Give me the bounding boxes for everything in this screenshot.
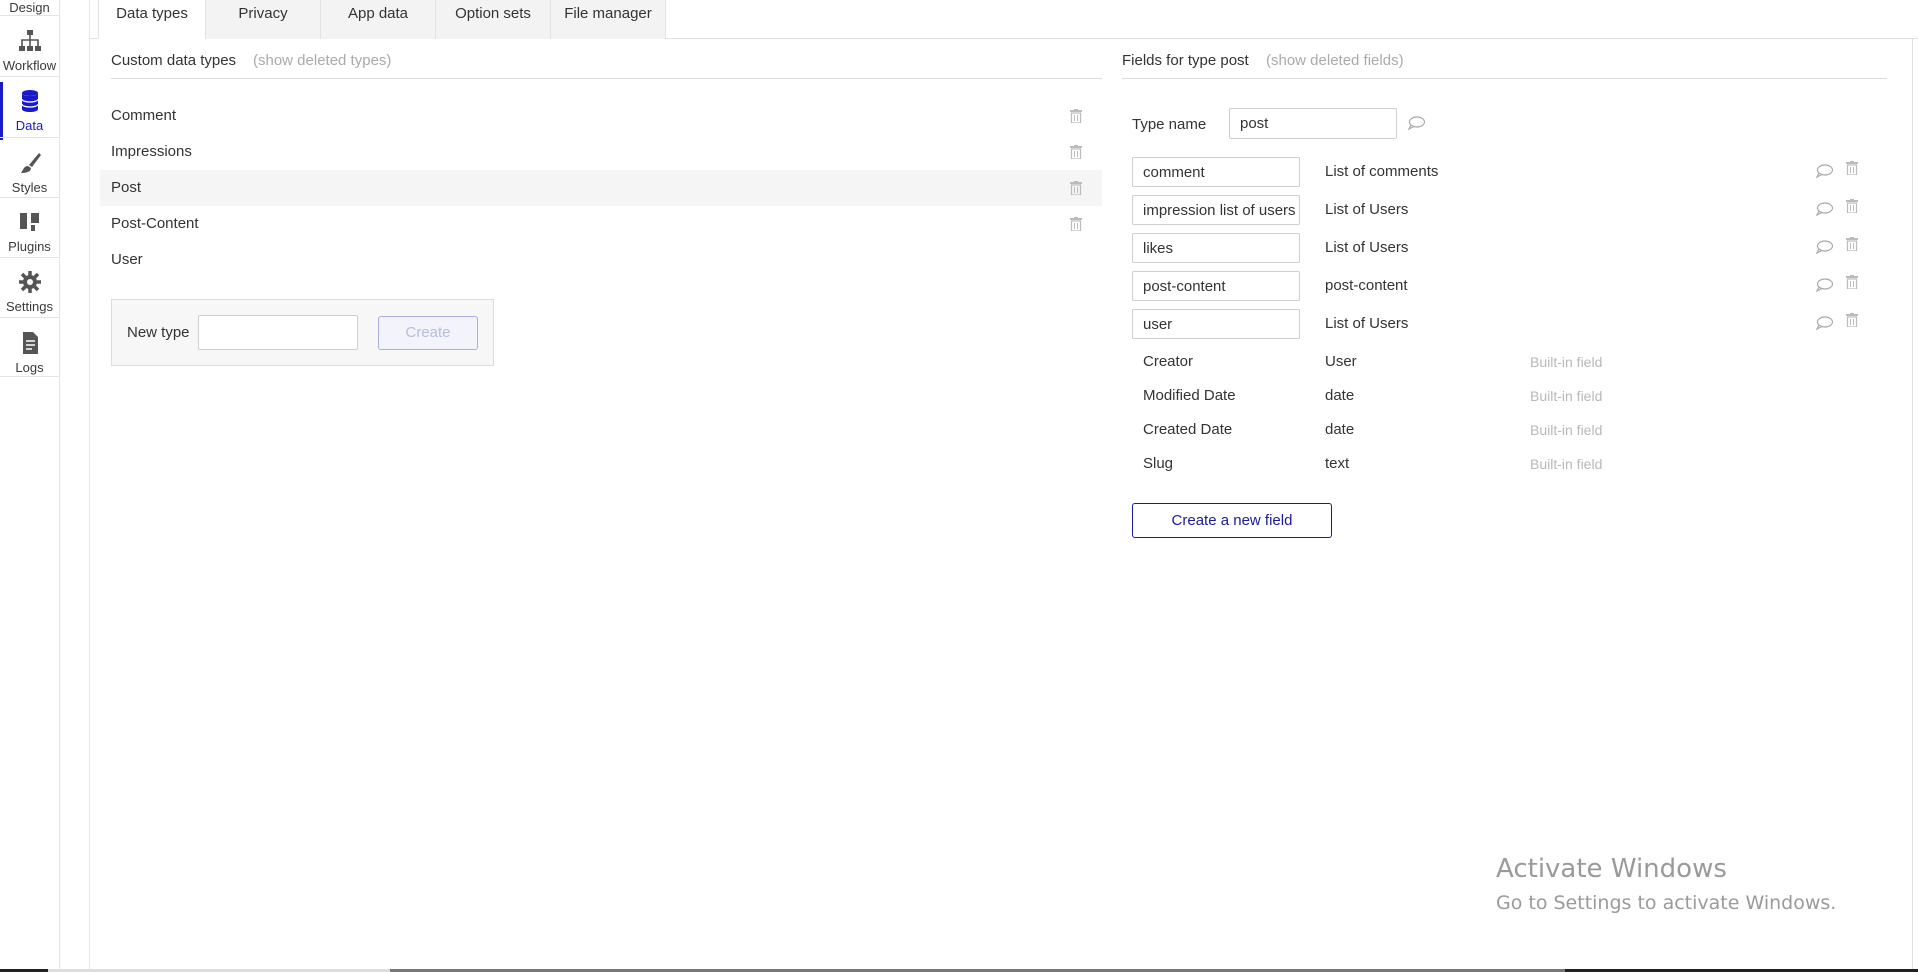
nav-item-logs[interactable]: Logs [0, 330, 59, 375]
tab-option-sets[interactable]: Option sets [435, 0, 551, 39]
editor-gutter [60, 0, 90, 972]
brush-icon [20, 153, 41, 173]
builtin-field-type: text [1325, 455, 1350, 472]
type-name-input[interactable] [1229, 108, 1397, 139]
nav-divider [0, 317, 59, 318]
trash-icon[interactable] [1846, 199, 1858, 213]
nav-divider [0, 137, 59, 138]
nav-divider [0, 197, 59, 198]
builtin-field-name: Modified Date [1143, 387, 1236, 404]
nav-divider [0, 76, 59, 77]
type-name: Post [111, 179, 142, 196]
field-name-input[interactable] [1132, 195, 1300, 225]
left-navigation: Design Workflow Data Styles Plugins Sett… [0, 0, 60, 972]
tab-data-types[interactable]: Data types [98, 0, 206, 39]
type-name: Impressions [111, 143, 192, 160]
nav-item-settings[interactable]: Settings [0, 269, 59, 314]
field-name-input[interactable] [1132, 233, 1300, 263]
field-name-input[interactable] [1132, 309, 1300, 339]
type-row-user[interactable]: User [100, 242, 1102, 278]
tab-bar: Data types Privacy App data Option sets … [90, 0, 1918, 39]
nav-label-workflow: Workflow [2, 58, 57, 73]
builtin-field-tag: Built-in field [1530, 354, 1603, 370]
field-type-label[interactable]: List of comments [1325, 163, 1438, 180]
field-name-input[interactable] [1132, 157, 1300, 187]
builtin-field-type: date [1325, 387, 1355, 404]
nav-label-settings: Settings [6, 299, 53, 314]
types-panel-title: Custom data types [111, 52, 237, 69]
nav-item-data[interactable]: Data [0, 82, 59, 140]
workflow-icon [18, 30, 41, 51]
nav-item-styles[interactable]: Styles [0, 150, 59, 195]
new-type-label: New type [127, 324, 190, 341]
trash-icon[interactable] [1846, 275, 1858, 289]
comment-icon[interactable] [1816, 316, 1833, 330]
trash-icon[interactable] [1846, 161, 1858, 175]
nav-divider [0, 257, 59, 258]
comment-icon[interactable] [1816, 278, 1833, 292]
watermark-subtitle: Go to Settings to activate Windows. [1496, 892, 1837, 914]
create-new-field-button[interactable]: Create a new field [1132, 503, 1332, 538]
builtin-field-name: Creator [1143, 353, 1194, 370]
nav-label-styles: Styles [11, 180, 48, 195]
builtin-field-type: User [1325, 353, 1357, 370]
field-name-input[interactable] [1132, 271, 1300, 301]
type-row-post-content[interactable]: Post-Content [100, 206, 1102, 242]
field-type-label[interactable]: List of Users [1325, 201, 1408, 218]
trash-icon[interactable] [1846, 237, 1858, 251]
nav-item-plugins[interactable]: Plugins [0, 209, 59, 254]
watermark-title: Activate Windows [1496, 854, 1727, 884]
new-type-input[interactable] [198, 315, 358, 350]
nav-divider [0, 15, 59, 16]
type-row-post[interactable]: Post [100, 170, 1102, 206]
type-row-impressions[interactable]: Impressions [100, 134, 1102, 170]
field-type-label[interactable]: post-content [1325, 277, 1408, 294]
nav-label-design: Design [9, 0, 50, 15]
comment-icon[interactable] [1408, 116, 1425, 130]
tab-privacy[interactable]: Privacy [205, 0, 321, 39]
fields-divider [1122, 78, 1887, 79]
nav-item-workflow[interactable]: Workflow [0, 28, 59, 73]
nav-label-logs: Logs [15, 360, 44, 375]
plug-icon [19, 213, 39, 231]
document-icon [22, 332, 38, 354]
builtin-field-name: Slug [1143, 455, 1174, 472]
trash-icon[interactable] [1070, 145, 1082, 159]
type-name: Comment [111, 107, 177, 124]
trash-icon[interactable] [1070, 217, 1082, 231]
field-type-label[interactable]: List of Users [1325, 315, 1408, 332]
comment-icon[interactable] [1816, 164, 1833, 178]
show-deleted-types-link[interactable]: (show deleted types) [253, 52, 391, 69]
builtin-field-tag: Built-in field [1530, 456, 1603, 472]
show-deleted-fields-link[interactable]: (show deleted fields) [1266, 52, 1404, 69]
comment-icon[interactable] [1816, 202, 1833, 216]
builtin-field-type: date [1325, 421, 1355, 438]
type-name: User [111, 251, 143, 268]
nav-item-design[interactable]: Design [0, 0, 59, 15]
fields-panel-title: Fields for type post [1122, 52, 1249, 69]
tab-app-data[interactable]: App data [320, 0, 436, 39]
builtin-field-tag: Built-in field [1530, 422, 1603, 438]
create-type-button[interactable]: Create [378, 316, 478, 350]
type-name: Post-Content [111, 215, 199, 232]
trash-icon[interactable] [1070, 181, 1082, 195]
types-divider [111, 78, 1102, 79]
comment-icon[interactable] [1816, 240, 1833, 254]
field-type-label[interactable]: List of Users [1325, 239, 1408, 256]
nav-divider [0, 376, 59, 377]
nav-label-plugins: Plugins [8, 239, 51, 254]
nav-label-data: Data [15, 118, 44, 133]
type-row-comment[interactable]: Comment [100, 98, 1102, 134]
type-name-label: Type name [1132, 116, 1207, 133]
tab-file-manager[interactable]: File manager [550, 0, 666, 39]
database-icon [20, 90, 39, 112]
activate-windows-watermark: Activate Windows Go to Settings to activ… [1496, 854, 1836, 914]
builtin-field-tag: Built-in field [1530, 388, 1603, 404]
gear-icon [18, 271, 41, 293]
builtin-field-name: Created Date [1143, 421, 1233, 438]
trash-icon[interactable] [1846, 313, 1858, 327]
trash-icon[interactable] [1070, 109, 1082, 123]
